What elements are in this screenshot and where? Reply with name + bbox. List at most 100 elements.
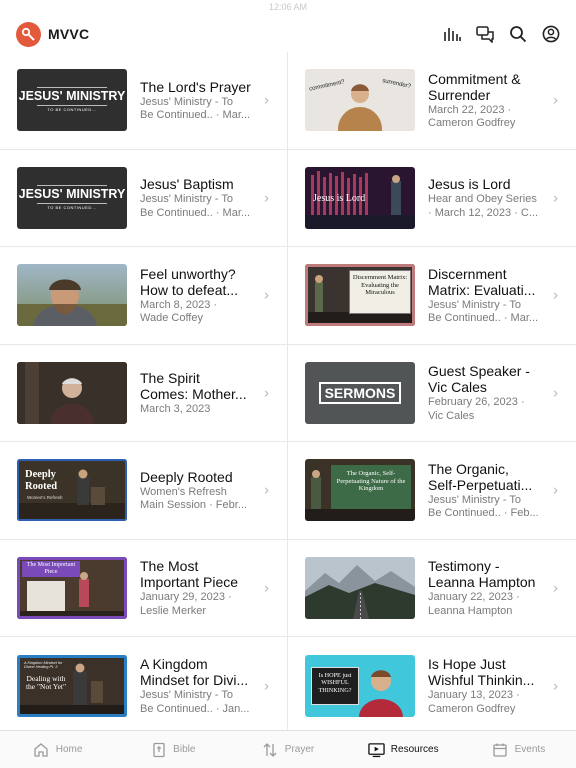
item-meta: Cameron Godfrey: [428, 702, 516, 715]
thumbnail: Is HOPE just WISHFUL THINKING?: [305, 654, 415, 717]
list-item[interactable]: Feel unworthy? How to defeat... March 8,…: [0, 247, 288, 345]
list-item[interactable]: Testimony - Leanna Hampton January 22, 2…: [288, 540, 576, 637]
thumbnail: A Kingdom Mindset for Divine Healing Pt.…: [17, 654, 127, 717]
item-meta: Main Session · Febr...: [140, 499, 247, 512]
chevron-right-icon: ›: [553, 286, 558, 304]
thumbnail: [17, 264, 127, 327]
tab-events[interactable]: Events: [461, 731, 576, 768]
list-item[interactable]: Deeply Rooted Women's Refresh Deeply Roo…: [0, 442, 288, 540]
item-title: Commitment & Surrender: [428, 70, 521, 103]
chevron-right-icon: ›: [264, 579, 269, 597]
list-item[interactable]: JESUS' MINISTRY TO BE CONTINUED... The L…: [0, 52, 288, 150]
item-meta: Jesus' Ministry - To: [428, 493, 521, 506]
thumbnail: Discernment Matrix: Evaluating the Mirac…: [305, 264, 415, 327]
tab-bible[interactable]: Bible: [115, 731, 230, 768]
thumb-title: JESUS' MINISTRY: [18, 89, 126, 104]
chevron-right-icon: ›: [553, 579, 558, 597]
tab-prayer[interactable]: Prayer: [230, 731, 345, 768]
app-logo[interactable]: [16, 21, 41, 47]
app-screen: 12:06 AM MVVC JESUS' MINISTRY TO BE CONT…: [0, 0, 576, 768]
item-meta: Hear and Obey Series: [428, 193, 537, 206]
thumb-subtitle: A Kingdom Mindset for Divine Healing Pt.…: [24, 660, 63, 670]
item-meta: Wade Coffey: [140, 312, 203, 325]
thumb-title: Dealing with the "Not Yet": [25, 673, 67, 692]
item-meta: January 22, 2023 ·: [428, 591, 520, 604]
item-title: Jesus is Lord: [428, 176, 511, 193]
tab-resources[interactable]: Resources: [346, 731, 461, 768]
top-bar: MVVC: [0, 18, 576, 50]
thumbnail: The Organic, Self-Perpetuating Nature of…: [305, 459, 415, 522]
item-title: Deeply Rooted: [140, 468, 233, 485]
item-meta: Be Continued.. · Feb...: [428, 507, 539, 520]
item-meta: Cameron Godfrey: [428, 117, 516, 130]
item-title: The Spirit Comes: Mother...: [140, 369, 247, 402]
item-meta: Be Continued.. · Mar...: [140, 109, 251, 122]
item-title: Jesus' Baptism: [140, 176, 234, 193]
item-title: Testimony - Leanna Hampton: [428, 558, 536, 591]
item-meta: Be Continued.. · Jan...: [140, 702, 250, 715]
chevron-right-icon: ›: [264, 189, 269, 207]
thumb-subtitle: Women's Refresh: [27, 495, 63, 501]
item-title: Is Hope Just Wishful Thinkin...: [428, 656, 535, 689]
thumbnail: [305, 556, 415, 619]
tab-label: Prayer: [284, 744, 315, 755]
equalizer-icon[interactable]: [442, 25, 461, 44]
list-item[interactable]: Discernment Matrix: Evaluating the Mirac…: [288, 247, 576, 345]
list-item[interactable]: JESUS' MINISTRY TO BE CONTINUED... Jesus…: [0, 149, 288, 247]
search-icon[interactable]: [508, 25, 527, 44]
calendar-icon: [492, 741, 509, 758]
tab-home[interactable]: Home: [0, 731, 115, 768]
status-bar-time: 12:06 AM: [268, 2, 308, 12]
item-meta: January 13, 2023 ·: [428, 689, 520, 702]
chevron-right-icon: ›: [264, 677, 269, 695]
list-item[interactable]: A Kingdom Mindset for Divine Healing Pt.…: [0, 637, 288, 735]
list-item[interactable]: The Spirit Comes: Mother... March 3, 202…: [0, 344, 288, 442]
account-icon[interactable]: [541, 25, 560, 44]
item-meta: February 26, 2023 ·: [428, 396, 525, 409]
item-meta: January 29, 2023 ·: [140, 591, 232, 604]
item-title: The Lord's Prayer: [140, 78, 251, 95]
list-item[interactable]: Jesus is Lord Jesus is Lord Hear and Obe…: [288, 150, 576, 247]
thumb-title: Is HOPE just WISHFUL THINKING?: [311, 666, 359, 705]
thumb-title: JESUS' MINISTRY: [18, 186, 126, 201]
chevron-right-icon: ›: [553, 384, 558, 402]
item-title: Feel unworthy? How to defeat...: [140, 265, 239, 298]
item-meta: Vic Cales: [428, 409, 475, 422]
item-meta: Jesus' Ministry - To: [140, 95, 233, 108]
logo-mark-icon: [21, 27, 35, 41]
item-title: The Organic, Self-Perpetuati...: [428, 460, 533, 493]
item-meta: Leslie Merker: [140, 604, 207, 617]
item-meta: March 3, 2023: [140, 402, 211, 415]
item-title: Guest Speaker - Vic Cales: [428, 363, 530, 396]
item-title: A Kingdom Mindset for Divi...: [140, 656, 249, 689]
chevron-right-icon: ›: [553, 481, 558, 499]
list-item[interactable]: SERMONS Guest Speaker - Vic Cales Februa…: [288, 345, 576, 442]
item-meta: March 8, 2023 ·: [140, 298, 218, 311]
tab-label: Home: [55, 744, 83, 755]
item-title: Discernment Matrix: Evaluati...: [428, 265, 536, 298]
item-meta: Jesus' Ministry - To: [140, 193, 233, 206]
thumb-title: Discernment Matrix: Evaluating the Mirac…: [349, 270, 411, 315]
thumb-title: Deeply Rooted: [25, 469, 58, 493]
thumb-title: The Organic, Self-Perpetuating Nature of…: [331, 465, 411, 510]
chat-icon[interactable]: [475, 25, 494, 44]
item-meta: Women's Refresh: [140, 485, 227, 498]
item-title: The Most Important Piece: [140, 558, 239, 591]
chevron-right-icon: ›: [264, 384, 269, 402]
thumbnail: Deeply Rooted Women's Refresh: [17, 459, 127, 522]
list-item[interactable]: Is HOPE just WISHFUL THINKING? Is Hope J…: [288, 637, 576, 735]
list-item[interactable]: commitment? surrender? Commitment & Surr…: [288, 52, 576, 150]
item-meta: Be Continued.. · Mar...: [140, 206, 251, 219]
thumbnail: Jesus is Lord: [305, 166, 415, 229]
chevron-right-icon: ›: [553, 677, 558, 695]
item-meta: Jesus' Ministry - To: [140, 689, 233, 702]
thumb-subtitle: TO BE CONTINUED...: [47, 204, 97, 210]
chevron-right-icon: ›: [264, 91, 269, 109]
list-item[interactable]: The Organic, Self-Perpetuating Nature of…: [288, 442, 576, 540]
chevron-right-icon: ›: [264, 286, 269, 304]
item-meta: Be Continued.. · Mar...: [428, 312, 539, 325]
list-item[interactable]: The Most Important Piece The Most Import…: [0, 539, 288, 637]
thumb-subtitle: TO BE CONTINUED...: [47, 107, 97, 113]
item-meta: March 22, 2023 ·: [428, 103, 512, 116]
thumb-title: Jesus is Lord: [313, 192, 366, 204]
